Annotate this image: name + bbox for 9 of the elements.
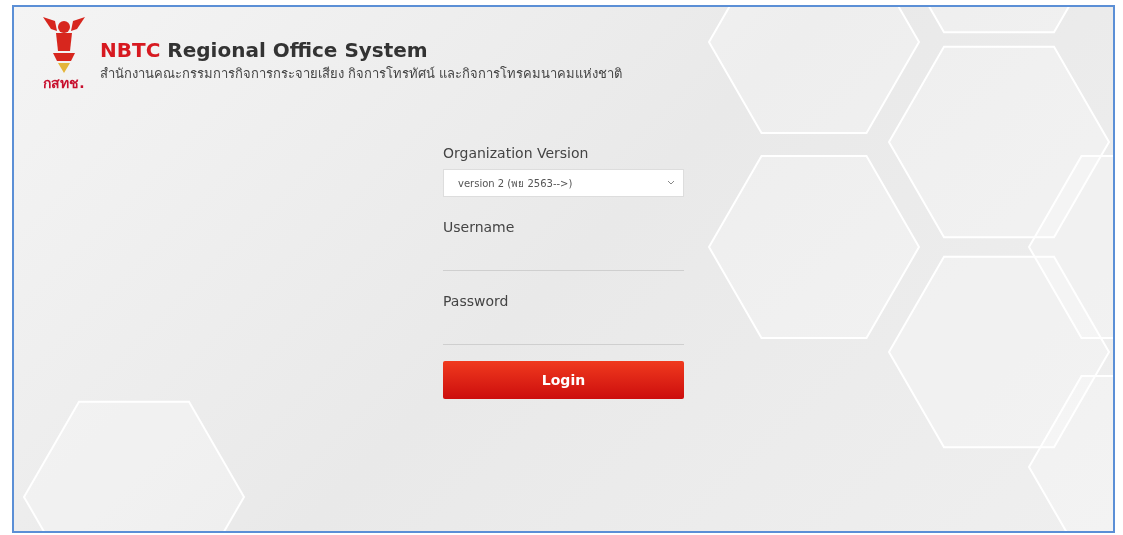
- version-dropdown[interactable]: version 2 (พย 2563-->): [443, 169, 684, 197]
- login-button[interactable]: Login: [443, 361, 684, 399]
- organization-subtitle: สำนักงานคณะกรรมการกิจการกระจายเสียง กิจการโทรทัศน์ และกิจการโทรคมนาคมแห่งชาติ: [100, 65, 623, 83]
- field-label: Organization Version: [443, 145, 590, 161]
- field-label: Username: [443, 219, 516, 235]
- app-title: NBTC Regional Office System: [100, 37, 429, 63]
- logo-text: กสทช.: [43, 75, 85, 91]
- field-label: Password: [443, 293, 510, 309]
- chevron-down-icon: [667, 180, 675, 186]
